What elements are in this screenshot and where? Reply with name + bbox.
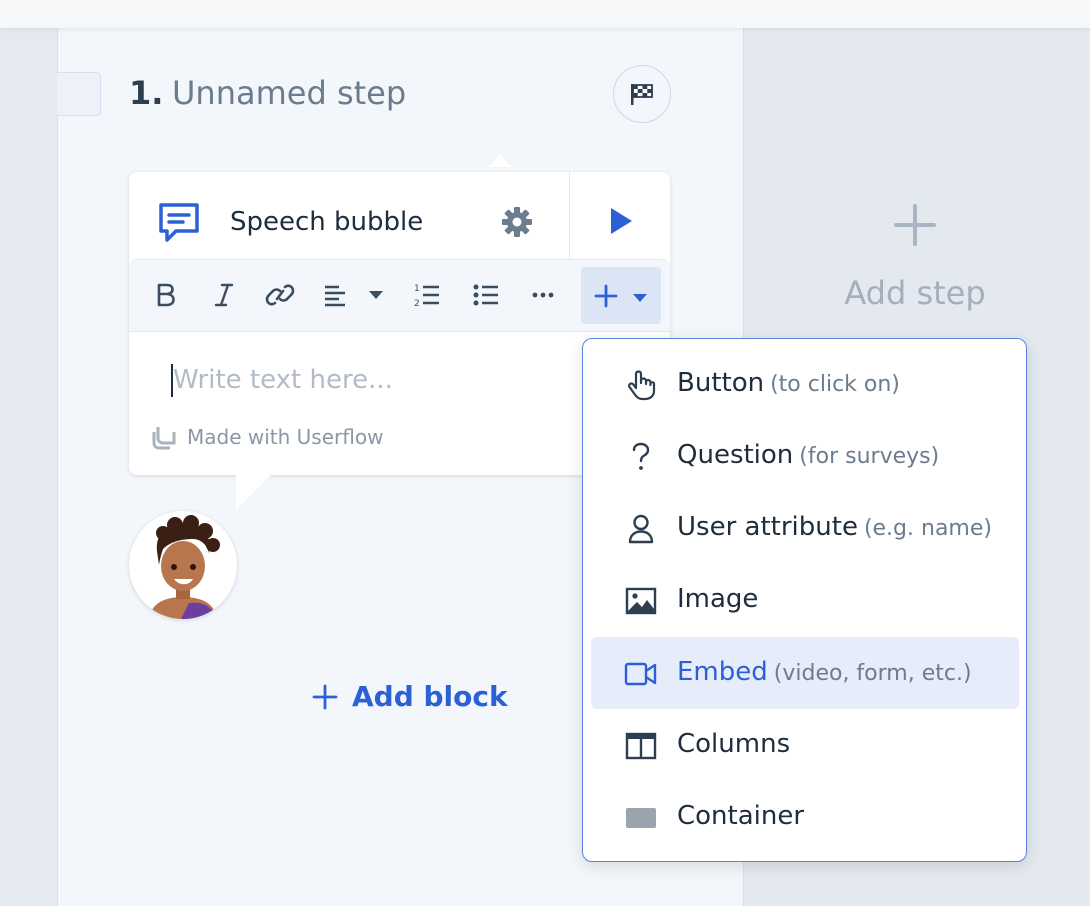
- italic-icon[interactable]: [209, 278, 239, 312]
- menu-item-columns[interactable]: Columns: [591, 709, 1019, 781]
- menu-pointer: [488, 155, 512, 167]
- ordered-list-icon[interactable]: 12: [413, 278, 441, 312]
- menu-item-image[interactable]: Image: [591, 564, 1019, 636]
- plus-icon: [594, 284, 618, 308]
- bullet-list-icon[interactable]: [472, 278, 500, 312]
- menu-item-label: Embed: [677, 657, 768, 687]
- question-icon: [623, 440, 659, 474]
- branding-text: Made with Userflow: [187, 425, 384, 449]
- text-editor[interactable]: Write text here...: [173, 365, 393, 395]
- menu-item-hint: (e.g. name): [863, 516, 992, 541]
- menu-item-hint: (video, form, etc.): [773, 661, 972, 686]
- link-icon[interactable]: [263, 278, 297, 312]
- menu-item-label: Image: [677, 584, 759, 614]
- insert-menu: Button (to click on) Question (for surveys…: [582, 338, 1027, 862]
- menu-item-hint: (for surveys): [799, 444, 940, 469]
- align-left-icon[interactable]: [321, 278, 349, 312]
- add-block-button[interactable]: Add block: [312, 680, 508, 713]
- speech-bubble-tail: [236, 474, 272, 510]
- top-bar: [0, 0, 1090, 28]
- menu-item-label: Container: [677, 801, 805, 831]
- menu-item-label: Question: [677, 440, 794, 470]
- menu-item-hint: (to click on): [770, 372, 900, 397]
- pointer-hand-icon: [623, 368, 659, 402]
- menu-item-label: Columns: [677, 729, 791, 759]
- user-icon: [623, 512, 659, 546]
- menu-item-button[interactable]: Button (to click on): [591, 348, 1019, 420]
- menu-item-user-attribute[interactable]: User attribute (e.g. name): [591, 492, 1019, 564]
- svg-text:1: 1: [414, 284, 420, 294]
- block-header: Speech bubble: [129, 172, 670, 260]
- menu-item-embed[interactable]: Embed (video, form, etc.): [591, 637, 1019, 709]
- goal-flag-button[interactable]: [613, 65, 671, 123]
- video-icon: [623, 657, 659, 691]
- menu-item-question[interactable]: Question (for surveys): [591, 420, 1019, 492]
- columns-icon: [623, 729, 659, 763]
- insert-button[interactable]: [581, 267, 661, 324]
- container-icon: [623, 801, 659, 835]
- add-block-label: Add block: [352, 680, 508, 713]
- collapsed-step-tab[interactable]: [57, 72, 101, 116]
- menu-item-label: Button: [677, 368, 765, 398]
- branding-row: Made with Userflow: [151, 424, 383, 450]
- image-icon: [623, 584, 659, 618]
- add-step-button[interactable]: Add step: [820, 200, 1010, 312]
- checkered-flag-icon: [631, 84, 653, 105]
- chevron-down-icon[interactable]: [365, 278, 387, 312]
- plus-icon: [820, 200, 1010, 260]
- chevron-down-icon: [633, 294, 647, 302]
- rich-text-toolbar: 12: [129, 259, 670, 332]
- step-title[interactable]: Unnamed step: [172, 74, 406, 112]
- block-title: Speech bubble: [230, 207, 424, 237]
- avatar[interactable]: [129, 511, 237, 619]
- add-step-label: Add step: [844, 274, 986, 312]
- play-icon[interactable]: [608, 206, 634, 240]
- bold-icon[interactable]: [151, 278, 181, 312]
- header-divider: [569, 172, 570, 260]
- plus-icon: [312, 684, 338, 709]
- svg-text:2: 2: [414, 299, 420, 308]
- left-panel: [0, 28, 58, 906]
- step-number: 1.: [129, 74, 164, 112]
- speech-bubble-icon: [156, 200, 202, 250]
- menu-item-container[interactable]: Container: [591, 781, 1019, 853]
- gear-icon[interactable]: [500, 205, 534, 243]
- menu-item-label: User attribute: [677, 512, 858, 542]
- more-icon[interactable]: [531, 278, 555, 312]
- userflow-logo-icon: [152, 427, 176, 450]
